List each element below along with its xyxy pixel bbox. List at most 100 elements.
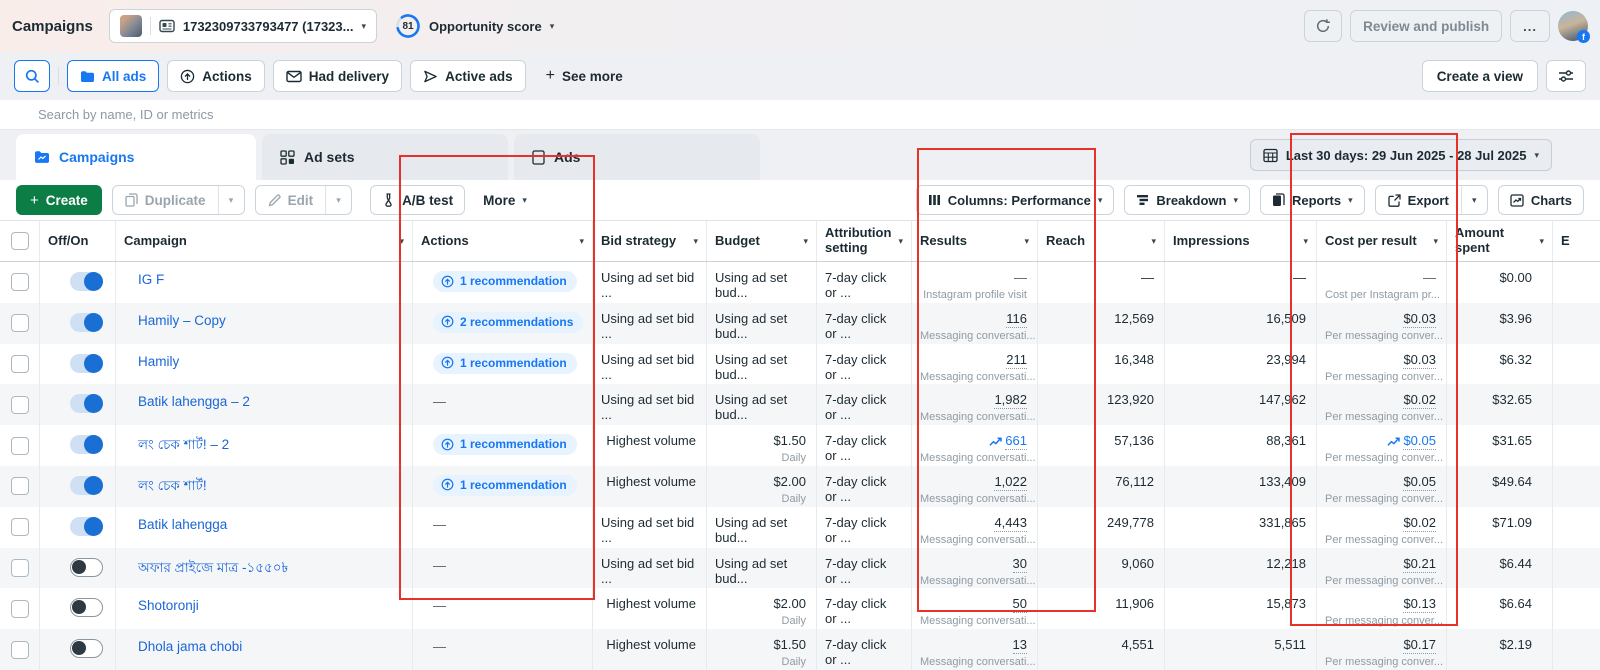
refresh-button[interactable]	[1304, 10, 1342, 42]
sort-caret-icon[interactable]: ▾	[898, 237, 903, 246]
col-header-amount-spent[interactable]: Amount spent▾	[1447, 221, 1553, 261]
campaign-toggle[interactable]	[70, 435, 103, 454]
review-and-publish-button[interactable]: Review and publish	[1350, 10, 1502, 42]
sort-caret-icon[interactable]: ▾	[399, 237, 404, 246]
cost-per-result-value[interactable]: $0.02	[1403, 515, 1436, 532]
recommendations-badge[interactable]: 1 recommendation	[433, 475, 577, 496]
export-dropdown-arrow[interactable]: ▾	[1461, 186, 1487, 214]
campaign-name-link[interactable]: Hamily – Copy	[138, 313, 226, 328]
cost-per-result-value[interactable]: $0.02	[1403, 392, 1436, 409]
search-bar[interactable]: Search by name, ID or metrics	[0, 100, 1600, 130]
col-header-actions[interactable]: Actions▾	[413, 221, 593, 261]
campaign-name-link[interactable]: Dhola jama chobi	[138, 639, 242, 654]
row-checkbox[interactable]	[11, 437, 29, 455]
tab-ads[interactable]: Ads	[514, 134, 760, 180]
col-header-budget[interactable]: Budget▾	[707, 221, 817, 261]
campaign-toggle[interactable]	[70, 394, 103, 413]
col-header-cost-per-result[interactable]: Cost per result▾	[1317, 221, 1447, 261]
row-checkbox[interactable]	[11, 273, 29, 291]
campaign-toggle[interactable]	[70, 354, 103, 373]
cost-per-result-value[interactable]: $0.17	[1403, 637, 1436, 654]
results-value[interactable]: 1,022	[994, 474, 1027, 491]
results-value[interactable]: 661	[1005, 433, 1027, 450]
search-filter-button[interactable]	[14, 60, 50, 92]
campaign-name-link[interactable]: লং চেক শার্ট!	[138, 478, 207, 493]
campaign-toggle[interactable]	[70, 598, 103, 617]
cost-per-result-value[interactable]: $0.03	[1403, 311, 1436, 328]
campaign-name-link[interactable]: IG F	[138, 272, 164, 287]
row-checkbox[interactable]	[11, 314, 29, 332]
campaign-toggle[interactable]	[70, 517, 103, 536]
campaign-toggle[interactable]	[70, 639, 103, 658]
campaign-name-link[interactable]: লং চেক শার্ট! – 2	[138, 437, 229, 452]
cost-per-result-value[interactable]: $0.05	[1403, 433, 1436, 450]
cost-per-result-value[interactable]: $0.13	[1403, 596, 1436, 613]
sort-caret-icon[interactable]: ▾	[1303, 237, 1308, 246]
tab-campaigns[interactable]: Campaigns	[16, 134, 256, 180]
reports-button[interactable]: Reports▾	[1260, 185, 1365, 215]
filter-active-ads[interactable]: Active ads	[410, 60, 526, 92]
row-checkbox[interactable]	[11, 641, 29, 659]
campaign-name-link[interactable]: Batik lahengga – 2	[138, 394, 250, 409]
row-checkbox[interactable]	[11, 355, 29, 373]
date-range-selector[interactable]: Last 30 days: 29 Jun 2025 - 28 Jul 2025 …	[1250, 139, 1552, 171]
sort-caret-icon[interactable]: ▾	[1433, 237, 1438, 246]
results-value[interactable]: 211	[1006, 352, 1027, 369]
recommendations-badge[interactable]: 1 recommendation	[433, 271, 577, 292]
more-menu-button[interactable]: More▾	[475, 185, 535, 215]
sort-caret-icon[interactable]: ▾	[1151, 237, 1156, 246]
row-checkbox[interactable]	[11, 396, 29, 414]
filter-settings-button[interactable]	[1546, 60, 1586, 92]
campaign-toggle[interactable]	[70, 558, 103, 577]
results-value[interactable]: 50	[1013, 596, 1027, 613]
charts-button[interactable]: Charts	[1498, 185, 1584, 215]
tab-ad-sets[interactable]: Ad sets	[262, 134, 508, 180]
col-header-campaign[interactable]: Campaign▾	[116, 221, 413, 261]
columns-button[interactable]: Columns: Performance▾	[916, 185, 1115, 215]
campaign-name-link[interactable]: Shotoronji	[138, 598, 199, 613]
header-select-cell[interactable]	[0, 221, 40, 261]
campaign-name-link[interactable]: অফার প্রাইজে মাত্র -১৫৫০৳	[138, 560, 288, 575]
results-value[interactable]: 13	[1013, 637, 1027, 654]
edit-dropdown-arrow[interactable]: ▾	[325, 186, 351, 214]
select-all-checkbox[interactable]	[11, 232, 29, 250]
more-options-button[interactable]: ...	[1510, 10, 1550, 42]
row-checkbox[interactable]	[11, 477, 29, 495]
col-header-e[interactable]: E	[1553, 221, 1600, 261]
duplicate-dropdown-arrow[interactable]: ▾	[218, 186, 244, 214]
col-header-results[interactable]: Results▾	[912, 221, 1038, 261]
cost-per-result-value[interactable]: $0.03	[1403, 352, 1436, 369]
sort-caret-icon[interactable]: ▾	[803, 237, 808, 246]
cost-per-result-value[interactable]: $0.05	[1403, 474, 1436, 491]
cost-per-result-value[interactable]: $0.21	[1403, 556, 1436, 573]
see-more-filters-button[interactable]: + See more	[534, 60, 635, 92]
col-header-reach[interactable]: Reach▾	[1038, 221, 1165, 261]
recommendations-badge[interactable]: 2 recommendations	[433, 312, 583, 333]
col-header-impressions[interactable]: Impressions▾	[1165, 221, 1317, 261]
edit-button[interactable]: Edit	[256, 186, 326, 214]
results-value[interactable]: 116	[1006, 311, 1027, 328]
ab-test-button[interactable]: A/B test	[370, 185, 465, 215]
sort-caret-icon[interactable]: ▾	[579, 237, 584, 246]
campaign-name-link[interactable]: Batik lahengga	[138, 517, 227, 532]
sort-caret-icon[interactable]: ▾	[1539, 237, 1544, 246]
recommendations-badge[interactable]: 1 recommendation	[433, 434, 577, 455]
results-value[interactable]: 1,982	[994, 392, 1027, 409]
duplicate-button[interactable]: Duplicate	[113, 186, 218, 214]
filter-actions[interactable]: Actions	[167, 60, 265, 92]
sort-caret-icon[interactable]: ▾	[1024, 237, 1029, 246]
col-header-off-on[interactable]: Off/On	[40, 221, 116, 261]
results-value[interactable]: 30	[1013, 556, 1027, 573]
user-avatar[interactable]: f	[1558, 11, 1588, 41]
col-header-attribution-setting[interactable]: Attribution setting▾	[817, 221, 912, 261]
col-header-bid-strategy[interactable]: Bid strategy▾	[593, 221, 707, 261]
sort-caret-icon[interactable]: ▾	[693, 237, 698, 246]
row-checkbox[interactable]	[11, 600, 29, 618]
opportunity-score[interactable]: 81 Opportunity score ▾	[395, 13, 554, 39]
campaign-toggle[interactable]	[70, 313, 103, 332]
results-value[interactable]: 4,443	[994, 515, 1027, 532]
filter-had-delivery[interactable]: Had delivery	[273, 60, 402, 92]
ad-account-selector[interactable]: 1732309733793477 (17323... ▾	[109, 9, 377, 43]
campaign-toggle[interactable]	[70, 272, 103, 291]
campaign-name-link[interactable]: Hamily	[138, 354, 179, 369]
